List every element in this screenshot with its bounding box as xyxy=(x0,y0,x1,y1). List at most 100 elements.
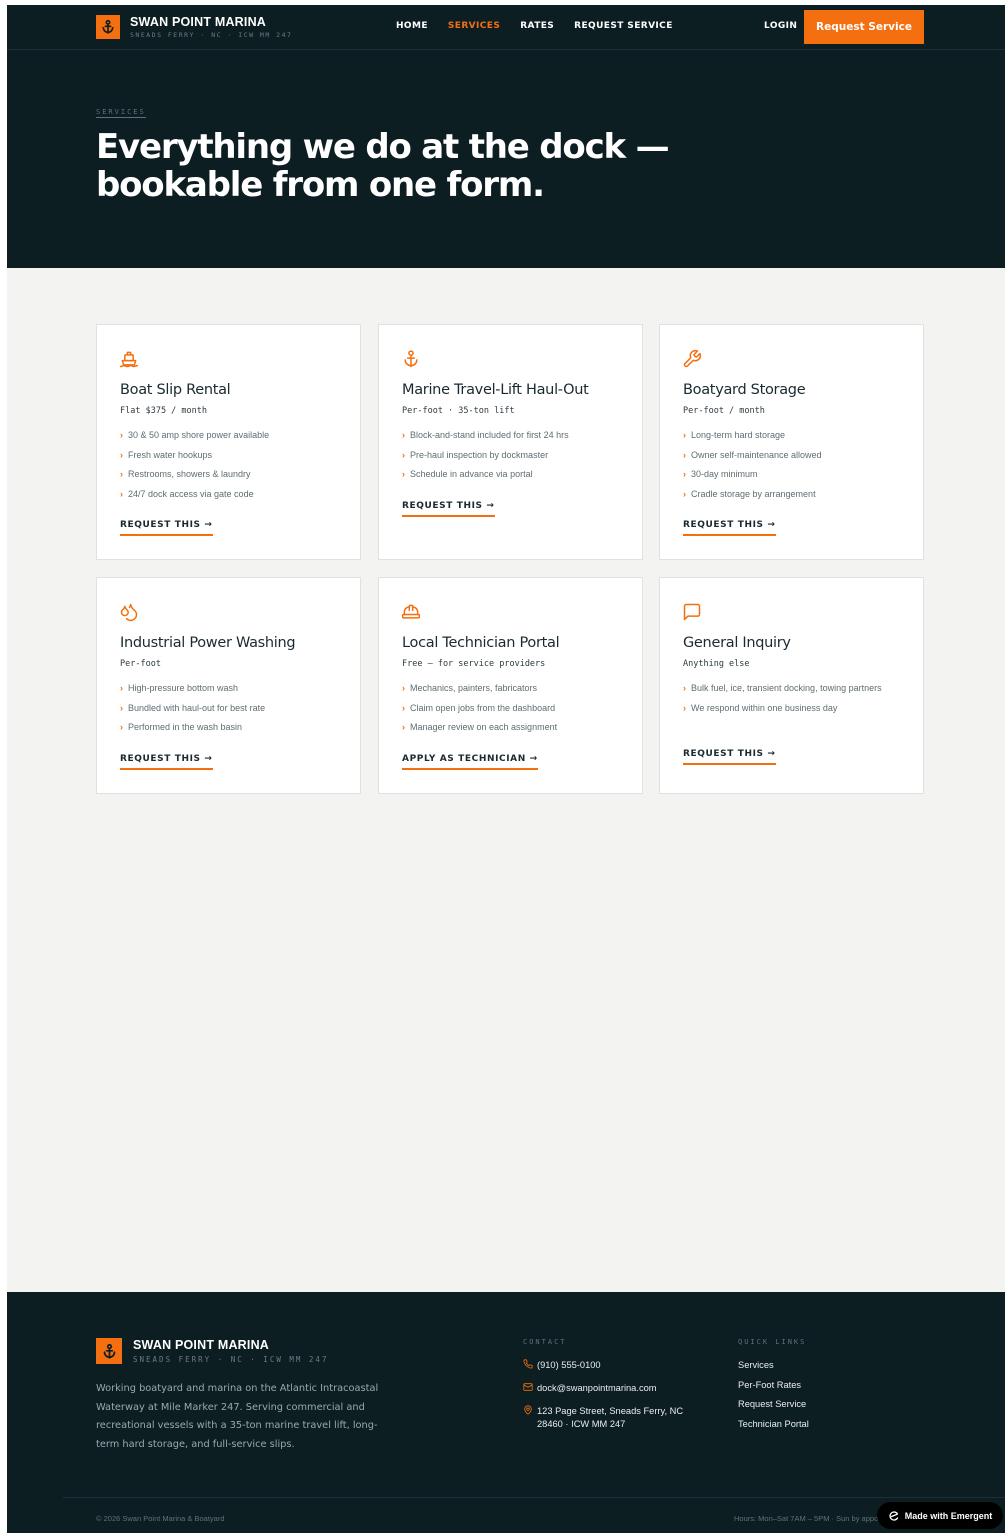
contact-heading: CONTACT xyxy=(523,1338,567,1346)
service-price: Per-foot xyxy=(120,659,161,669)
service-price: Per-foot / month xyxy=(683,406,765,416)
brand[interactable]: SWAN POINT MARINA SNEADS FERRY · NC · IC… xyxy=(130,15,292,39)
hours: Hours: Mon–Sat 7AM – 5PM · Sun by appoin… xyxy=(734,1514,884,1523)
top-nav: SWAN POINT MARINA SNEADS FERRY · NC · IC… xyxy=(7,5,1005,50)
contact-email[interactable]: dock@swanpointmarina.com xyxy=(523,1382,703,1396)
request-service-button[interactable]: Request Service xyxy=(804,10,924,44)
feature-item: 24/7 dock access via gate code xyxy=(120,487,345,501)
feature-item: Mechanics, painters, fabricators xyxy=(402,681,627,695)
main-menu: HOME SERVICES RATES REQUEST SERVICE xyxy=(396,21,673,31)
feature-list: Mechanics, painters, fabricators Claim o… xyxy=(402,681,627,740)
droplets-icon xyxy=(119,602,139,622)
brand-tagline: SNEADS FERRY · NC · ICW MM 247 xyxy=(130,31,293,39)
request-this-link[interactable]: REQUEST THIS → xyxy=(683,520,776,536)
service-card-boat-slip: Boat Slip Rental Flat $375 / month 30 & … xyxy=(96,324,361,560)
service-card-power-washing: Industrial Power Washing Per-foot High-p… xyxy=(96,577,361,794)
made-with-label: Made with Emergent xyxy=(904,1510,993,1521)
request-this-link[interactable]: REQUEST THIS → xyxy=(120,520,213,536)
service-price: Free — for service providers xyxy=(402,659,546,669)
feature-item: Restrooms, showers & laundry xyxy=(120,467,345,481)
footer: SWAN POINT MARINA SNEADS FERRY · NC · IC… xyxy=(7,1292,1005,1533)
feature-item: Claim open jobs from the dashboard xyxy=(402,701,627,715)
contact-phone[interactable]: (910) 555-0100 xyxy=(523,1359,703,1373)
feature-item: Owner self-maintenance allowed xyxy=(683,448,908,462)
made-with-emergent-badge[interactable]: Made with Emergent xyxy=(877,1502,1003,1529)
anchor-icon xyxy=(96,1338,122,1364)
phone-number: (910) 555-0100 xyxy=(537,1360,601,1370)
contact-list: (910) 555-0100 dock@swanpointmarina.com … xyxy=(523,1359,703,1440)
footer-description: Working boatyard and marina on the Atlan… xyxy=(96,1383,379,1450)
service-title: Local Technician Portal xyxy=(402,635,560,651)
service-price: Flat $375 / month xyxy=(120,406,207,416)
footer-divider xyxy=(63,1497,1005,1498)
hard-hat-icon xyxy=(401,602,421,622)
service-price: Anything else xyxy=(683,659,750,669)
brand-name: SWAN POINT MARINA xyxy=(130,15,267,29)
footer-link-technician-portal[interactable]: Technician Portal xyxy=(738,1418,809,1430)
nav-link-rates[interactable]: RATES xyxy=(520,21,554,31)
nav-link-request-service[interactable]: REQUEST SERVICE xyxy=(574,21,673,31)
copyright: © 2026 Swan Point Marina & Boatyard xyxy=(96,1514,225,1523)
footer-brand-tagline: SNEADS FERRY · NC · ICW MM 247 xyxy=(133,1355,329,1364)
service-card-haul-out: Marine Travel-Lift Haul-Out Per-foot · 3… xyxy=(378,324,643,560)
email-address: dock@swanpointmarina.com xyxy=(537,1383,657,1393)
nav-link-services[interactable]: SERVICES xyxy=(448,21,500,31)
feature-list: 30 & 50 amp shore power available Fresh … xyxy=(120,428,345,506)
feature-item: Block-and-stand included for first 24 hr… xyxy=(402,428,627,442)
service-title: Marine Travel-Lift Haul-Out xyxy=(402,382,589,398)
footer-brand: SWAN POINT MARINA SNEADS FERRY · NC · IC… xyxy=(133,1338,328,1364)
feature-list: Block-and-stand included for first 24 hr… xyxy=(402,428,627,487)
service-title: Boatyard Storage xyxy=(683,382,806,398)
emergent-logo-icon xyxy=(889,1510,898,1521)
feature-item: Bundled with haul-out for best rate xyxy=(120,701,345,715)
feature-item: Long-term hard storage xyxy=(683,428,908,442)
login-link[interactable]: LOGIN xyxy=(764,21,797,31)
footer-link-rates[interactable]: Per-Foot Rates xyxy=(738,1379,809,1391)
feature-list: High-pressure bottom wash Bundled with h… xyxy=(120,681,345,740)
service-card-technician-portal: Local Technician Portal Free — for servi… xyxy=(378,577,643,794)
quick-links-heading: QUICK LINKS xyxy=(738,1338,807,1346)
feature-item: Manager review on each assignment xyxy=(402,720,627,734)
footer-link-services[interactable]: Services xyxy=(738,1359,809,1371)
request-this-link[interactable]: REQUEST THIS → xyxy=(402,501,495,517)
feature-item: Bulk fuel, ice, transient docking, towin… xyxy=(683,681,908,695)
hero: SERVICES Everything we do at the dock — … xyxy=(7,50,1005,268)
message-square-icon xyxy=(682,602,702,622)
feature-item: High-pressure bottom wash xyxy=(120,681,345,695)
boat-icon xyxy=(119,349,139,369)
feature-item: We respond within one business day xyxy=(683,701,908,715)
phone-icon xyxy=(523,1359,537,1373)
feature-item: Schedule in advance via portal xyxy=(402,467,627,481)
service-title: Industrial Power Washing xyxy=(120,635,296,651)
feature-item: Cradle storage by arrangement xyxy=(683,487,908,501)
service-card-general-inquiry: General Inquiry Anything else Bulk fuel,… xyxy=(659,577,924,794)
feature-item: 30 & 50 amp shore power available xyxy=(120,428,345,442)
anchor-icon[interactable] xyxy=(96,15,120,39)
street-address: 123 Page Street, Sneads Ferry, NC 28460 … xyxy=(537,1406,684,1429)
service-title: Boat Slip Rental xyxy=(120,382,231,398)
request-this-link[interactable]: REQUEST THIS → xyxy=(683,749,776,765)
nav-link-home[interactable]: HOME xyxy=(396,21,428,31)
feature-item: Pre-haul inspection by dockmaster xyxy=(402,448,627,462)
mail-icon xyxy=(523,1382,537,1396)
anchor-icon xyxy=(401,349,421,369)
footer-brand-name: SWAN POINT MARINA xyxy=(133,1338,270,1352)
page-title: Everything we do at the dock — bookable … xyxy=(96,127,670,205)
footer-link-request-service[interactable]: Request Service xyxy=(738,1398,809,1410)
service-price: Per-foot · 35-ton lift xyxy=(402,406,515,416)
hero-eyebrow: SERVICES xyxy=(96,108,146,118)
feature-item: Performed in the wash basin xyxy=(120,720,345,734)
map-pin-icon xyxy=(523,1405,537,1419)
feature-item: Fresh water hookups xyxy=(120,448,345,462)
feature-list: Bulk fuel, ice, transient docking, towin… xyxy=(683,681,908,720)
service-card-storage: Boatyard Storage Per-foot / month Long-t… xyxy=(659,324,924,560)
quick-links: Services Per-Foot Rates Request Service … xyxy=(738,1359,809,1437)
feature-list: Long-term hard storage Owner self-mainte… xyxy=(683,428,908,506)
page: SWAN POINT MARINA SNEADS FERRY · NC · IC… xyxy=(7,5,1005,1533)
wrench-icon xyxy=(682,349,702,369)
contact-address: 123 Page Street, Sneads Ferry, NC 28460 … xyxy=(523,1405,703,1431)
request-this-link[interactable]: REQUEST THIS → xyxy=(120,754,213,770)
feature-item: 30-day minimum xyxy=(683,467,908,481)
apply-as-technician-link[interactable]: APPLY AS TECHNICIAN → xyxy=(402,754,538,770)
service-title: General Inquiry xyxy=(683,635,791,651)
